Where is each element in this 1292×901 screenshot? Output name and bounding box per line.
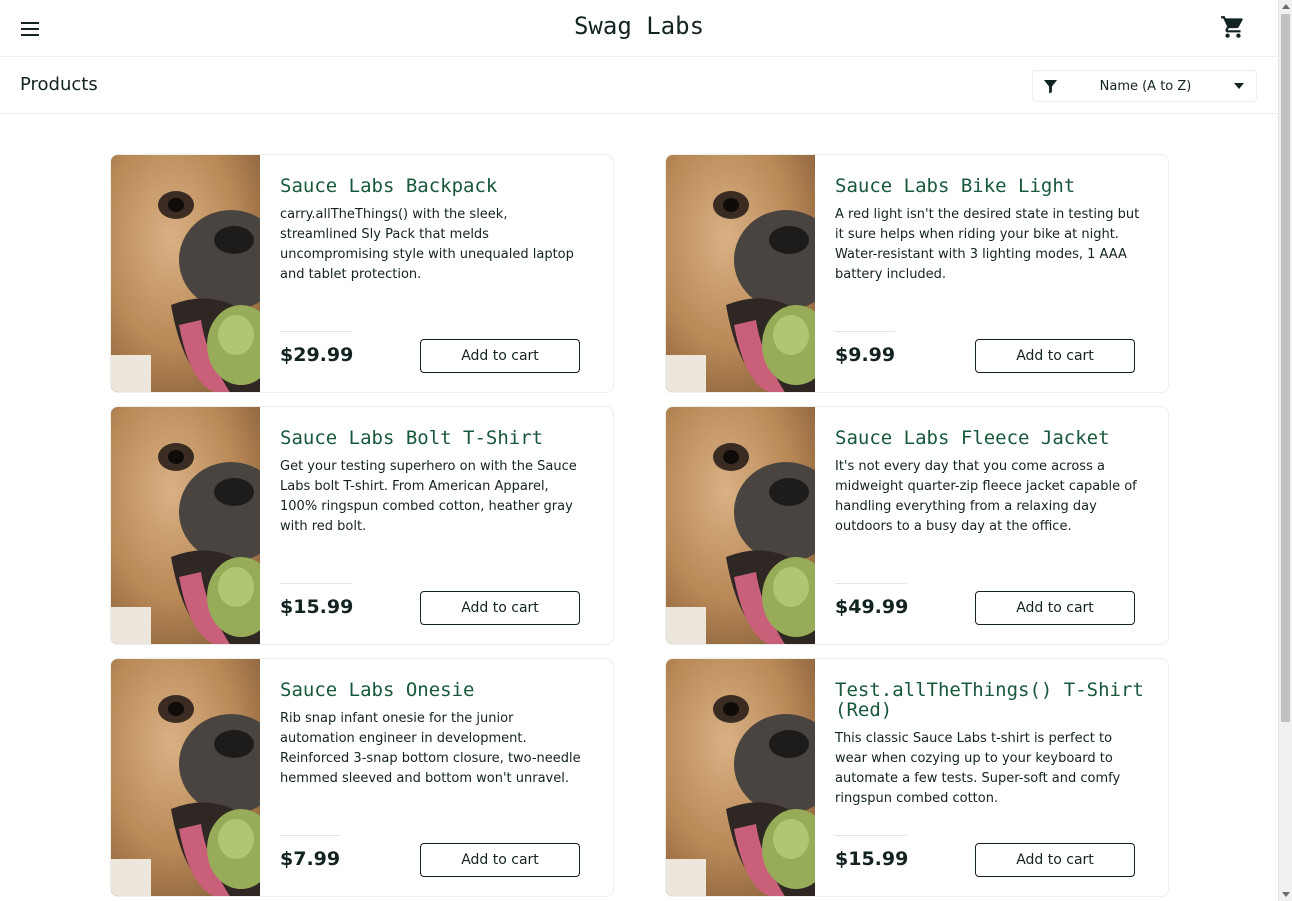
inventory-item: Sauce Labs Fleece Jacket It's not every … <box>665 406 1169 645</box>
add-to-cart-button[interactable]: Add to cart <box>975 339 1135 373</box>
vertical-scrollbar[interactable] <box>1278 0 1292 901</box>
product-image[interactable] <box>111 407 260 644</box>
inventory-item: Sauce Labs Backpack carry.allTheThings()… <box>110 154 614 393</box>
price-divider <box>835 331 895 332</box>
product-image[interactable] <box>666 407 815 644</box>
product-price: $7.99 <box>280 848 341 870</box>
scroll-up-arrow-icon[interactable] <box>1282 4 1290 9</box>
app-viewport: Swag Labs Products Name (A to Z) Sauce L… <box>0 0 1278 901</box>
product-name-link[interactable]: Test.allTheThings() T-Shirt (Red) <box>835 680 1145 720</box>
scroll-down-arrow-icon[interactable] <box>1282 892 1290 897</box>
inventory-item: Sauce Labs Bike Light A red light isn't … <box>665 154 1169 393</box>
product-image[interactable] <box>666 659 815 896</box>
product-name-link[interactable]: Sauce Labs Bike Light <box>835 176 1145 196</box>
add-to-cart-button[interactable]: Add to cart <box>420 339 580 373</box>
inventory-item: Sauce Labs Onesie Rib snap infant onesie… <box>110 658 614 897</box>
product-price: $15.99 <box>835 848 909 870</box>
add-to-cart-button[interactable]: Add to cart <box>420 843 580 877</box>
product-price: $29.99 <box>280 344 354 366</box>
add-to-cart-button[interactable]: Add to cart <box>420 591 580 625</box>
product-description: A red light isn't the desired state in t… <box>835 207 1140 282</box>
page-title: Products <box>20 74 98 95</box>
sort-dropdown[interactable]: Name (A to Z) <box>1032 70 1257 102</box>
product-name-link[interactable]: Sauce Labs Fleece Jacket <box>835 428 1145 448</box>
product-name-link[interactable]: Sauce Labs Onesie <box>280 680 590 700</box>
scrollbar-thumb[interactable] <box>1281 14 1290 722</box>
product-description: This classic Sauce Labs t-shirt is perfe… <box>835 731 1121 806</box>
product-description: It's not every day that you come across … <box>835 459 1137 534</box>
product-price: $49.99 <box>835 596 909 618</box>
secondary-header: Products Name (A to Z) <box>0 57 1278 114</box>
primary-header: Swag Labs <box>0 0 1278 57</box>
price-divider <box>835 583 907 584</box>
inventory-item: Test.allTheThings() T-Shirt (Red) This c… <box>665 658 1169 897</box>
product-image[interactable] <box>111 659 260 896</box>
price-divider <box>835 835 907 836</box>
app-logo: Swag Labs <box>573 12 705 40</box>
product-description: Get your testing superhero on with the S… <box>280 459 577 534</box>
product-description: Rib snap infant onesie for the junior au… <box>280 711 581 786</box>
add-to-cart-button[interactable]: Add to cart <box>975 591 1135 625</box>
product-name-link[interactable]: Sauce Labs Bolt T-Shirt <box>280 428 590 448</box>
product-description: carry.allTheThings() with the sleek, str… <box>280 207 574 282</box>
product-image[interactable] <box>666 155 815 392</box>
product-name-link[interactable]: Sauce Labs Backpack <box>280 176 590 196</box>
sort-selected-value: Name (A to Z) <box>1099 79 1192 94</box>
product-price: $15.99 <box>280 596 354 618</box>
product-price: $9.99 <box>835 344 896 366</box>
price-divider <box>280 835 340 836</box>
price-divider <box>280 583 352 584</box>
shopping-cart-icon[interactable] <box>1220 14 1246 40</box>
chevron-down-icon <box>1234 83 1244 89</box>
product-image[interactable] <box>111 155 260 392</box>
inventory-item: Sauce Labs Bolt T-Shirt Get your testing… <box>110 406 614 645</box>
add-to-cart-button[interactable]: Add to cart <box>975 843 1135 877</box>
price-divider <box>280 331 352 332</box>
